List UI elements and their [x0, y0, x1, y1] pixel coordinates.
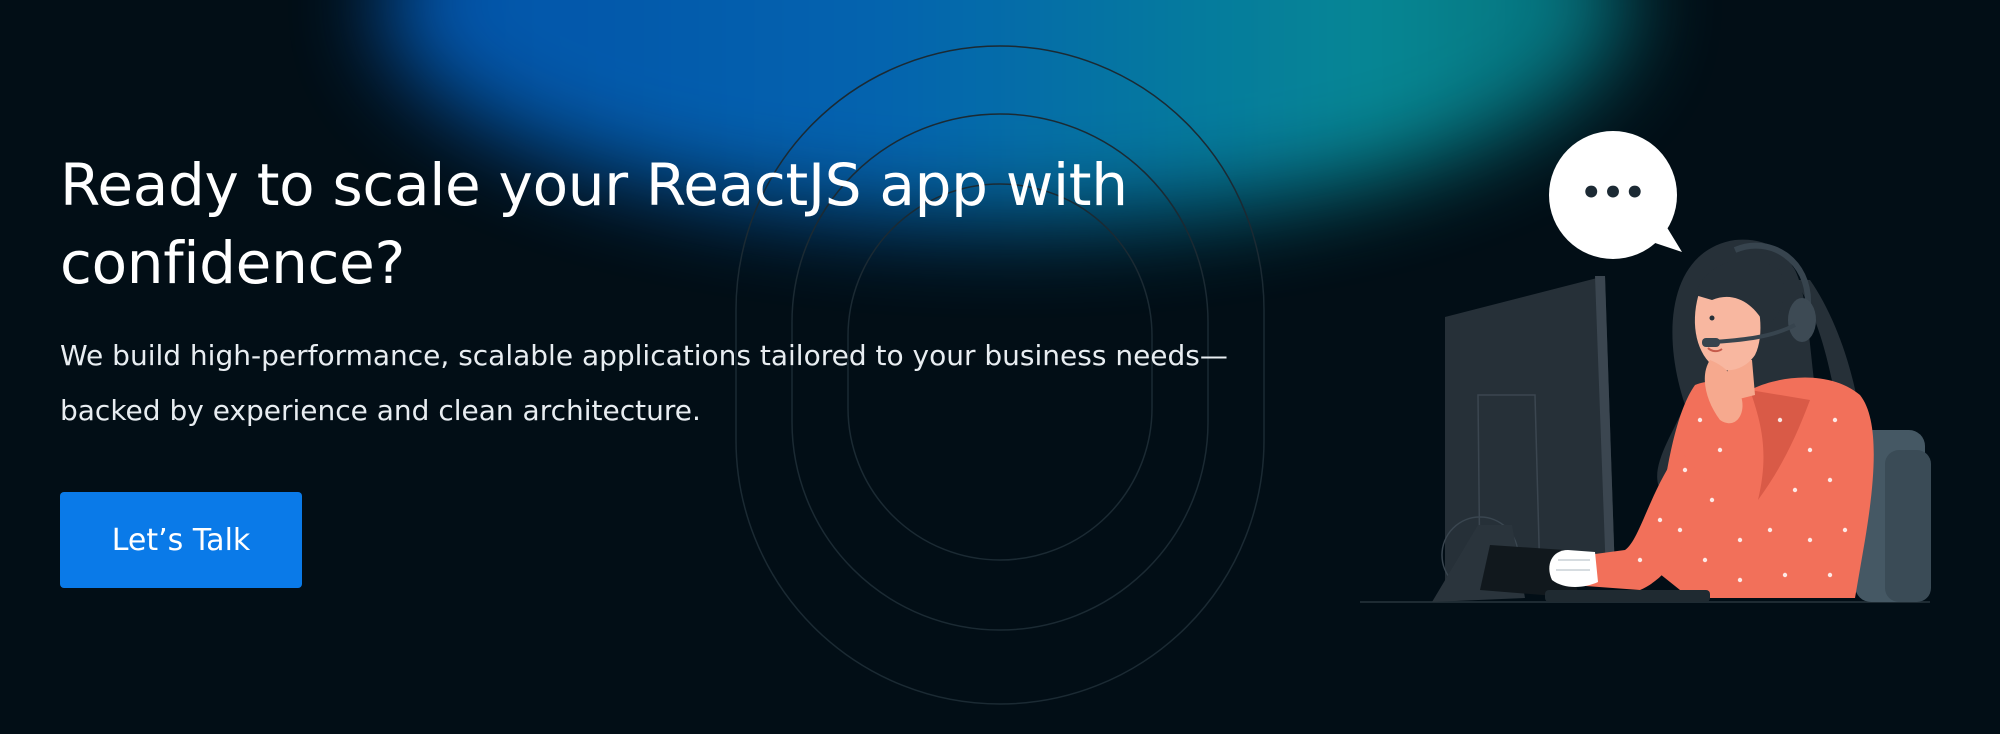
- lets-talk-button[interactable]: Let’s Talk: [60, 492, 302, 588]
- description-line-2: backed by experience and clean architect…: [60, 394, 701, 427]
- description-line-1: We build high-performance, scalable appl…: [60, 339, 1228, 372]
- customer-support-illustration: •••: [1360, 131, 1931, 603]
- title-line-1: Ready to scale your ReactJS app with: [60, 151, 1128, 219]
- cta-banner: Ready to scale your ReactJS app with con…: [0, 0, 2000, 734]
- chat-bubble-icon: •••: [1549, 131, 1682, 259]
- hero-description: We build high-performance, scalable appl…: [60, 328, 1310, 438]
- page-title: Ready to scale your ReactJS app with con…: [60, 146, 1240, 302]
- title-line-2: confidence?: [60, 229, 405, 297]
- hero-content: Ready to scale your ReactJS app with con…: [60, 0, 1320, 734]
- bubble-dots: •••: [1580, 173, 1645, 213]
